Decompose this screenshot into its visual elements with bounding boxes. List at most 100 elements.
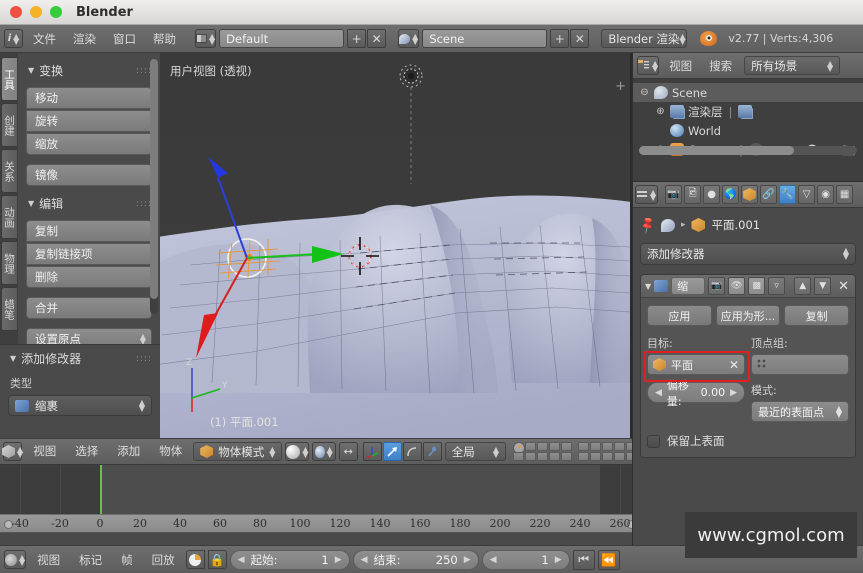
layer-cell[interactable]	[614, 442, 625, 451]
move-modifier-down-button[interactable]: ▼	[814, 277, 832, 295]
layer-cell[interactable]	[537, 442, 548, 451]
viewport-panel-expand-icon[interactable]: +	[615, 79, 626, 94]
decrement-arrow-icon[interactable]: ◀	[655, 388, 662, 398]
decrement-arrow-icon[interactable]: ◀	[361, 555, 368, 565]
timeline-menu-playback[interactable]: 回放	[144, 546, 183, 573]
delete-modifier-button[interactable]: ✕	[838, 279, 851, 294]
clear-target-button[interactable]: ✕	[729, 358, 739, 372]
outliner-editor-type-icon[interactable]: ▲ ▼	[637, 56, 660, 75]
interaction-mode-dropdown[interactable]: 物体模式 ▲ ▼	[193, 442, 283, 461]
collapse-triangle-icon[interactable]: ▼	[645, 282, 651, 291]
toolshelf-scrollbar[interactable]	[150, 59, 158, 314]
scene-layers-grid-1[interactable]	[513, 442, 572, 461]
scene-name-field[interactable]: Scene	[422, 29, 548, 48]
view3d-menu-object[interactable]: 物体	[151, 438, 190, 465]
timeline-menu-view[interactable]: 视图	[29, 546, 68, 573]
menu-render[interactable]: 渲染	[66, 25, 103, 53]
panel-header-add-modifier[interactable]: ▼ 添加修改器 ::::	[10, 350, 152, 367]
minimize-window-button[interactable]	[30, 6, 42, 18]
timeline-menu-frame[interactable]: 帧	[113, 546, 141, 573]
tool-join-button[interactable]: 合并	[26, 297, 152, 319]
menu-file[interactable]: 文件	[26, 25, 63, 53]
layer-cell[interactable]	[590, 442, 601, 451]
add-scene-button[interactable]: +	[550, 29, 570, 48]
scale-manipulator-icon[interactable]	[402, 442, 422, 461]
panel-header-edit[interactable]: ▼ 编辑 ::::	[28, 195, 152, 212]
render-engine-dropdown[interactable]: Blender 渲染 ▲ ▼	[601, 29, 688, 48]
layer-cell[interactable]	[549, 452, 560, 461]
screen-layout-icon[interactable]: ▲ ▼	[195, 29, 217, 48]
increment-arrow-icon[interactable]: ▶	[555, 555, 562, 565]
layer-cell[interactable]	[614, 452, 625, 461]
view3d-editor-type-icon[interactable]: ▲ ▼	[2, 442, 23, 461]
constraints-tab-icon[interactable]: 🔗	[760, 185, 778, 204]
toolshelf-tab-tools[interactable]: 工具	[1, 57, 17, 101]
render-layers-tab-icon[interactable]: 🖻	[684, 185, 702, 204]
info-editor-type-icon[interactable]: i ▲ ▼	[4, 29, 23, 48]
outliner-menu-search[interactable]: 搜索	[702, 53, 739, 79]
mode-dropdown[interactable]: 最近的表面点 ▲ ▼	[751, 401, 849, 422]
layer-cell[interactable]	[525, 452, 536, 461]
tool-delete-button[interactable]: 删除	[26, 266, 152, 288]
view3d-menu-view[interactable]: 视图	[25, 438, 64, 465]
outliner-row-scene[interactable]: ⊖ Scene	[633, 83, 863, 102]
menu-help[interactable]: 帮助	[146, 25, 183, 53]
apply-modifier-button[interactable]: 应用	[647, 305, 712, 326]
translate-manipulator-icon[interactable]	[362, 442, 382, 461]
modifier-name-field[interactable]: 缩	[671, 277, 706, 295]
offset-field[interactable]: ◀ 偏移量: 0.00 ▶	[647, 379, 745, 408]
scene-browse-icon[interactable]: ▲ ▼	[398, 29, 420, 48]
delete-scene-button[interactable]: ✕	[570, 29, 590, 48]
object-data-tab-icon[interactable]: ▽	[798, 185, 816, 204]
tool-mirror-button[interactable]: 镜像	[26, 164, 152, 186]
layer-cell[interactable]	[602, 442, 613, 451]
timeline-editor-type-icon[interactable]: ▲ ▼	[4, 550, 27, 569]
expand-toggle-icon[interactable]: ⊕	[655, 106, 666, 117]
target-object-field[interactable]: 平面 ✕	[647, 354, 745, 375]
view3d-menu-add[interactable]: 添加	[109, 438, 148, 465]
increment-arrow-icon[interactable]: ▶	[730, 388, 737, 398]
view3d-menu-select[interactable]: 选择	[67, 438, 106, 465]
delete-screen-layout-button[interactable]: ✕	[367, 29, 387, 48]
outliner-display-mode-dropdown[interactable]: 所有场景 ▲ ▼	[744, 56, 841, 75]
add-screen-layout-button[interactable]: +	[347, 29, 367, 48]
layer-cell[interactable]	[590, 452, 601, 461]
pin-icon[interactable]: 📌	[637, 215, 657, 235]
properties-editor-type-icon[interactable]: ▲ ▼	[635, 185, 659, 204]
scene-tab-icon[interactable]: ●	[703, 185, 721, 204]
texture-tab-icon[interactable]: ▦	[836, 185, 854, 204]
timeline-menu-marker[interactable]: 标记	[71, 546, 110, 573]
transform-manipulator-icon[interactable]	[422, 442, 442, 461]
tool-duplicate-button[interactable]: 复制	[26, 220, 152, 242]
collapse-toggle-icon[interactable]: ⊖	[639, 87, 650, 98]
layer-cell[interactable]	[561, 452, 572, 461]
tool-scale-button[interactable]: 缩放	[26, 133, 152, 155]
toolshelf-tab-create[interactable]: 创建	[1, 103, 17, 147]
panel-header-transform[interactable]: ▼ 变换 ::::	[28, 62, 152, 79]
modifier-type-dropdown[interactable]: 缩裹 ▲ ▼	[8, 395, 152, 416]
viewport-shading-dropdown[interactable]: ▲ ▼	[285, 442, 310, 461]
jump-to-start-icon[interactable]: ⏮	[572, 549, 595, 570]
toolshelf-tab-physics[interactable]: 物理	[1, 241, 17, 285]
layer-cell[interactable]	[578, 442, 589, 451]
scene-layers-grid-2[interactable]	[578, 442, 637, 461]
zoom-window-button[interactable]	[50, 6, 62, 18]
tool-translate-button[interactable]: 移动	[26, 87, 152, 109]
keep-above-surface-row[interactable]: 保留上表面	[647, 433, 849, 449]
snap-magnet-toggle[interactable]: ↔	[338, 442, 358, 461]
object-tab-icon[interactable]	[741, 185, 759, 204]
jump-to-prev-keyframe-icon[interactable]: ⏪	[597, 549, 620, 570]
start-frame-field[interactable]: ◀ 起始: 1 ▶	[229, 549, 350, 570]
pivot-point-dropdown[interactable]: ▲ ▼	[312, 442, 336, 461]
layer-cell[interactable]	[537, 452, 548, 461]
modifiers-tab-icon[interactable]: 🔧	[779, 185, 797, 204]
render-visibility-icon[interactable]: 📷	[708, 277, 726, 295]
tool-duplicate-linked-button[interactable]: 复制链接项	[26, 243, 152, 265]
timeline-editor[interactable]: -40 -20 0 20 40 60 80 100 120 140 160 180 200 220 240 2…	[0, 465, 640, 545]
close-window-button[interactable]	[10, 6, 22, 18]
outliner-row-world[interactable]: World	[633, 121, 863, 140]
on-cage-visibility-icon[interactable]: ▿	[768, 277, 786, 295]
outliner-row-render-layers[interactable]: ⊕ 渲染层 |	[633, 102, 863, 121]
menu-window[interactable]: 窗口	[106, 25, 143, 53]
move-modifier-up-button[interactable]: ▲	[794, 277, 812, 295]
